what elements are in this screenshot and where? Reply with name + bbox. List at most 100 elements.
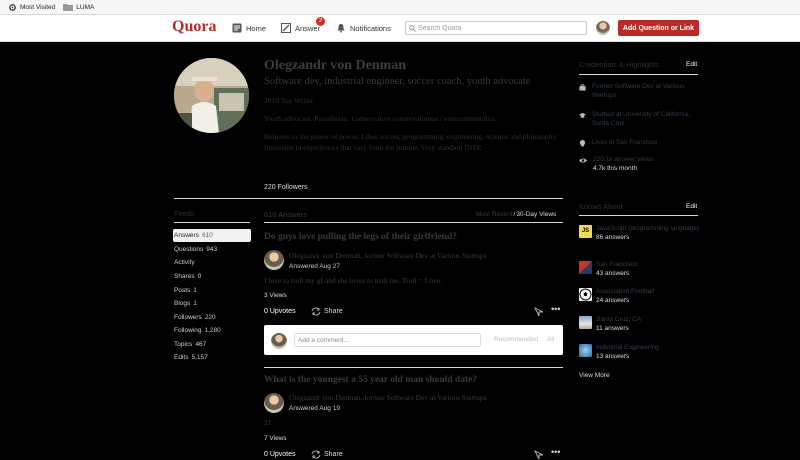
topic-name: JavaScript (programming language) — [596, 225, 700, 232]
sort-most-recent[interactable]: Most Recent — [476, 211, 513, 218]
share-icon — [311, 307, 321, 316]
share-button[interactable]: Share — [311, 450, 343, 459]
soccer-ball-icon — [579, 288, 592, 301]
nav-notifications-label: Notifications — [350, 23, 391, 33]
home-icon — [232, 23, 242, 33]
nav-home[interactable]: Home — [232, 23, 266, 33]
answer-text: I love to troll my gf and she loves to t… — [264, 276, 442, 285]
feed-item-label: Questions — [174, 246, 204, 253]
share-button[interactable]: Share — [311, 307, 343, 316]
answer-text: 21 — [264, 418, 272, 427]
search-input[interactable] — [418, 23, 583, 33]
topic-item[interactable]: San Francisco 43 answers — [579, 261, 638, 278]
topic-item[interactable]: JS JavaScript (programming language) 86 a… — [579, 225, 699, 242]
user-avatar[interactable] — [596, 21, 610, 35]
topic-name: Association Football — [596, 288, 655, 295]
sort-30-day-views[interactable]: 30-Day Views — [516, 211, 556, 218]
feed-item-count: 467 — [195, 341, 207, 348]
feeds-divider — [174, 222, 250, 223]
search-icon — [409, 25, 416, 32]
commenter-avatar — [271, 333, 287, 349]
feed-item-activity[interactable]: Activity — [173, 256, 251, 269]
nav-home-label: Home — [246, 23, 267, 33]
profile-tagline[interactable]: Software dev, industrial engineer, socce… — [264, 76, 531, 87]
profile-photo-image — [174, 58, 249, 133]
share-icon — [311, 450, 321, 459]
credential-location[interactable]: Lives in San Francisco — [579, 139, 698, 148]
question-title[interactable]: What is the youngest a 55 year old man s… — [264, 375, 477, 385]
feed-item-followers[interactable]: Followers 220 — [173, 311, 251, 324]
bookmark-most-visited[interactable]: Most Visited — [8, 3, 55, 12]
feed-item-questions[interactable]: Questions 943 — [173, 243, 251, 256]
top-navigation: Quora Home Answer 2 Notifications Add Qu… — [0, 15, 800, 42]
folder-icon — [63, 4, 74, 11]
topic-item[interactable]: Santa Cruz, CA 11 answers — [579, 316, 641, 333]
credential-subtext: 4.7k this month — [593, 164, 638, 172]
answered-date[interactable]: Answered Aug 27 — [289, 263, 340, 270]
credentials-edit-link[interactable]: Edit — [686, 61, 697, 68]
topic-item[interactable]: Industrial Engineering 13 answers — [579, 344, 659, 361]
author-byline[interactable]: Olegzandr von Denman, former Software De… — [289, 393, 487, 402]
profile-divider — [174, 198, 563, 199]
comment-input[interactable] — [294, 333, 481, 347]
feed-item-shares[interactable]: Shares 0 — [173, 270, 251, 283]
feed-item-answers[interactable]: Answers 610 — [173, 229, 251, 242]
credential-text: Studied at University of California, San… — [592, 111, 690, 127]
topic-item[interactable]: Association Football 24 answers — [579, 288, 654, 305]
followers-count[interactable]: 220 Followers — [264, 184, 308, 191]
feed-item-following[interactable]: Following 1,280 — [173, 324, 251, 337]
credential-text: 220.1k answer views — [593, 156, 654, 163]
credential-education[interactable]: Studied at University of California, San… — [579, 111, 698, 128]
credential-employment[interactable]: Former Software Dev at Various Startups — [579, 83, 698, 100]
upvote-button[interactable]: 0 Upvotes — [264, 308, 296, 315]
feed-item-label: Following — [174, 327, 202, 334]
feed-item-label: Topics — [174, 341, 193, 348]
nav-notifications[interactable]: Notifications — [336, 23, 391, 33]
credentials-title: Credentials & Highlights — [579, 60, 660, 69]
knows-about-divider — [579, 215, 698, 216]
santa-cruz-topic-icon — [579, 316, 592, 329]
location-pin-icon — [579, 140, 586, 147]
credential-text: Former Software Dev at Various Startups — [592, 83, 685, 99]
profile-bio-line2: Believes in the power of power. Likes so… — [264, 132, 558, 152]
gear-icon — [9, 3, 16, 11]
more-options-icon[interactable]: ••• — [551, 304, 560, 314]
comments-recommended-tab[interactable]: Recommended — [494, 336, 538, 343]
answer-views: 7 Views — [264, 435, 287, 442]
author-avatar[interactable] — [264, 250, 284, 270]
nav-answer[interactable]: Answer 2 — [281, 17, 325, 33]
feed-item-posts[interactable]: Posts 1 — [173, 284, 251, 297]
downvote-icon[interactable] — [534, 450, 544, 460]
upvote-button[interactable]: 0 Upvotes — [264, 451, 296, 458]
topic-answer-count: 86 answers — [596, 234, 630, 241]
author-byline[interactable]: Olegzandr von Denman, former Software De… — [289, 251, 487, 260]
answer-views: 3 Views — [264, 292, 287, 299]
view-more-topics-link[interactable]: View More — [579, 372, 610, 379]
topic-answer-count: 43 answers — [596, 270, 630, 277]
topic-answer-count: 24 answers — [596, 297, 630, 304]
author-avatar[interactable] — [264, 393, 284, 413]
add-question-button[interactable]: Add Question or Link — [618, 20, 699, 36]
feed-item-edits[interactable]: Edits 5,157 — [173, 351, 251, 364]
more-options-icon[interactable]: ••• — [551, 447, 560, 457]
feed-item-label: Followers — [174, 314, 202, 321]
bookmark-luma[interactable]: LUMA — [63, 3, 94, 11]
feed-item-label: Edits — [174, 354, 189, 361]
answer-divider — [264, 367, 563, 368]
topic-name: Industrial Engineering — [596, 344, 659, 351]
top-writer-label: 2019 Top Writer. — [264, 96, 315, 105]
question-title[interactable]: Do guys love pulling the legs of their g… — [264, 232, 457, 242]
feed-item-blogs[interactable]: Blogs 1 — [173, 297, 251, 310]
feed-item-topics[interactable]: Topics 467 — [173, 338, 251, 351]
graduation-cap-icon — [579, 112, 586, 118]
profile-bio-line1: Youth advocate. Pastafarian. Conservativ… — [264, 114, 497, 123]
comments-all-tab[interactable]: All — [547, 336, 554, 343]
answered-date[interactable]: Answered Aug 19 — [289, 405, 340, 412]
quora-logo[interactable]: Quora — [172, 18, 216, 36]
bookmarks-bar: Most Visited LUMA — [0, 0, 800, 15]
downvote-icon[interactable] — [534, 307, 544, 317]
knows-about-edit-link[interactable]: Edit — [686, 203, 697, 210]
answers-count-header: 610 Answers — [264, 210, 307, 219]
feed-item-label: Answers — [174, 232, 199, 239]
topic-name: San Francisco — [596, 261, 638, 268]
